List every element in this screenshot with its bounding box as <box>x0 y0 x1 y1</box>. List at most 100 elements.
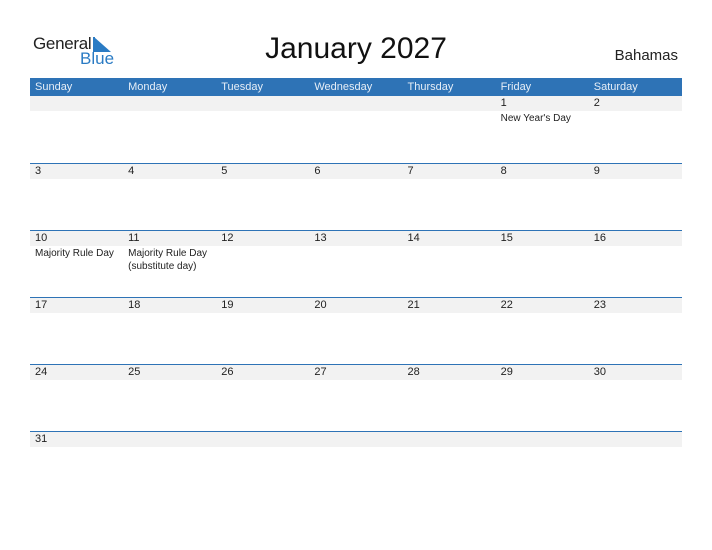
day-cell: 7 <box>403 164 496 179</box>
day-cell <box>589 432 682 447</box>
day-number: 11 <box>128 232 140 244</box>
weekday-header: Sunday Monday Tuesday Wednesday Thursday… <box>30 78 682 96</box>
day-cell: 13 <box>309 231 402 273</box>
week-cells: 31 <box>30 432 682 447</box>
day-cell: 29 <box>496 365 589 380</box>
day-number: 13 <box>314 232 327 244</box>
day-cell: 16 <box>589 231 682 273</box>
day-number <box>128 432 216 447</box>
day-number: 6 <box>314 165 321 177</box>
day-cell: 24 <box>30 365 123 380</box>
day-number: 10 <box>35 232 48 244</box>
day-number: 9 <box>593 165 600 177</box>
day-number: 24 <box>35 366 48 378</box>
day-cell: 23 <box>589 298 682 313</box>
week-cells: 10 Majority Rule Day 11 Majority Rule Day (… <box>30 231 682 273</box>
weekday-friday: Friday <box>500 81 532 93</box>
day-number <box>128 96 216 111</box>
day-number: 27 <box>314 366 327 378</box>
day-number <box>221 432 309 447</box>
day-number: 12 <box>221 232 234 244</box>
day-number <box>314 432 402 447</box>
day-cell <box>309 96 402 125</box>
week-row: 17 18 19 20 21 22 23 <box>30 297 682 364</box>
day-cell <box>216 432 309 447</box>
week-cells: 3 4 5 6 7 8 9 <box>30 164 682 179</box>
day-number: 29 <box>500 366 513 378</box>
holiday-label: Majority Rule Day <box>35 248 114 259</box>
day-cell: 10 Majority Rule Day <box>30 231 123 273</box>
day-number: 21 <box>407 299 420 311</box>
weekday-tuesday: Tuesday <box>221 81 264 93</box>
day-number: 5 <box>221 165 228 177</box>
day-cell: 20 <box>309 298 402 313</box>
day-cell: 18 <box>123 298 216 313</box>
day-number: 4 <box>128 165 135 177</box>
day-cell: 3 <box>30 164 123 179</box>
day-cell: 14 <box>403 231 496 273</box>
day-number: 30 <box>593 366 606 378</box>
holiday-label: New Year's Day <box>500 113 571 124</box>
day-cell <box>309 432 402 447</box>
day-cell: 9 <box>589 164 682 179</box>
day-cell: 30 <box>589 365 682 380</box>
day-number <box>221 96 309 111</box>
day-cell: 27 <box>309 365 402 380</box>
country-label: Bahamas <box>614 47 678 64</box>
day-number: 15 <box>500 232 513 244</box>
day-number: 3 <box>35 165 42 177</box>
day-cell: 25 <box>123 365 216 380</box>
day-cell: 12 <box>216 231 309 273</box>
day-number: 31 <box>35 433 48 445</box>
holiday-label: Majority Rule Day (substitute day) <box>128 248 208 272</box>
day-cell: 17 <box>30 298 123 313</box>
day-number: 25 <box>128 366 141 378</box>
day-number: 18 <box>128 299 141 311</box>
day-number <box>594 432 682 447</box>
day-cell <box>216 96 309 125</box>
day-cell <box>403 432 496 447</box>
day-cell <box>403 96 496 125</box>
day-cell <box>496 432 589 447</box>
week-cells: 24 25 26 27 28 29 30 <box>30 365 682 380</box>
day-number: 14 <box>407 232 420 244</box>
day-number: 23 <box>593 299 606 311</box>
day-cell: 2 <box>589 96 682 125</box>
weekday-wednesday: Wednesday <box>314 81 373 93</box>
day-number: 2 <box>593 97 600 109</box>
day-cell: 5 <box>216 164 309 179</box>
weekday-saturday: Saturday <box>593 81 638 93</box>
week-cells: 1 New Year's Day 2 <box>30 96 682 125</box>
day-cell: 4 <box>123 164 216 179</box>
day-cell: 28 <box>403 365 496 380</box>
weekday-thursday: Thursday <box>407 81 454 93</box>
day-cell: 22 <box>496 298 589 313</box>
weeks-container: 1 New Year's Day 2 3 4 5 6 7 8 9 10 Majority Rule D… <box>30 96 682 498</box>
week-row: 10 Majority Rule Day 11 Majority Rule Day (… <box>30 230 682 297</box>
week-row: 3 4 5 6 7 8 9 <box>30 163 682 230</box>
day-cell <box>123 96 216 125</box>
day-number: 7 <box>407 165 414 177</box>
day-number <box>35 96 123 111</box>
day-number: 28 <box>407 366 420 378</box>
day-cell: 15 <box>496 231 589 273</box>
day-cell: 21 <box>403 298 496 313</box>
day-cell: 8 <box>496 164 589 179</box>
day-number: 1 <box>500 97 507 109</box>
day-cell: 6 <box>309 164 402 179</box>
day-cell <box>30 96 123 125</box>
day-number: 26 <box>221 366 234 378</box>
day-number: 20 <box>314 299 327 311</box>
day-number: 19 <box>221 299 234 311</box>
day-cell <box>123 432 216 447</box>
week-row: 31 <box>30 431 682 498</box>
day-number <box>408 96 496 111</box>
day-number: 8 <box>500 165 507 177</box>
day-number: 16 <box>593 232 606 244</box>
day-number: 22 <box>500 299 513 311</box>
weekday-monday: Monday <box>128 81 168 93</box>
calendar-title: January 2027 <box>265 32 447 65</box>
week-cells: 17 18 19 20 21 22 23 <box>30 298 682 313</box>
calendar-grid: Sunday Monday Tuesday Wednesday Thursday… <box>30 78 682 498</box>
day-cell: 26 <box>216 365 309 380</box>
